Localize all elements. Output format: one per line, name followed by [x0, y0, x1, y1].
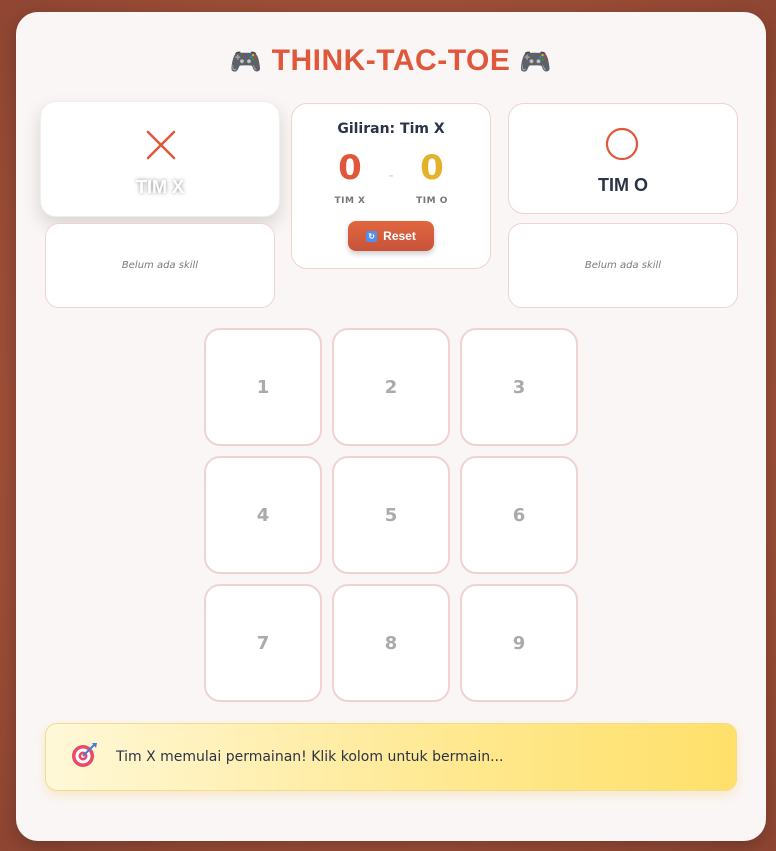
board-cell-4[interactable]: 4 [204, 456, 322, 574]
reset-label: Reset [383, 229, 416, 243]
board-cell-6[interactable]: 6 [460, 456, 578, 574]
score-x: 0 [338, 148, 362, 188]
scoreboard: Giliran: Tim X 0 - 0 TIM X TIM O ↻ Reset [291, 103, 491, 269]
team-x-panel: TIM X [40, 101, 280, 217]
turn-indicator: Giliran: Tim X [337, 121, 445, 137]
board-cell-1[interactable]: 1 [204, 328, 322, 446]
gamepad-icon: 🎮 [519, 46, 553, 77]
page-title: 🎮 THINK-TAC-TOE 🎮 [0, 44, 776, 78]
board-cell-5[interactable]: 5 [332, 456, 450, 574]
o-mark-icon [605, 127, 639, 161]
board-cell-3[interactable]: 3 [460, 328, 578, 446]
team-x-skill-text: Belum ada skill [121, 260, 199, 271]
score-label-x: TIM X [334, 196, 366, 206]
score-separator: - [388, 168, 394, 184]
status-message-bar: Tim X memulai permainan! Klik kolom untu… [45, 723, 737, 791]
team-x-name: TIM X [136, 177, 184, 197]
score-o: 0 [420, 148, 444, 188]
target-icon [72, 743, 97, 767]
team-x-skill-panel: Belum ada skill [45, 223, 275, 308]
score-label-o: TIM O [416, 196, 448, 206]
team-o-name: TIM O [598, 175, 648, 195]
team-o-skill-text: Belum ada skill [584, 260, 662, 271]
team-o-panel: TIM O [508, 103, 738, 214]
x-mark-icon [146, 130, 176, 160]
reset-button[interactable]: ↻ Reset [348, 221, 434, 251]
board-cell-9[interactable]: 9 [460, 584, 578, 702]
board-cell-7[interactable]: 7 [204, 584, 322, 702]
board-cell-2[interactable]: 2 [332, 328, 450, 446]
gamepad-icon: 🎮 [229, 46, 263, 77]
refresh-icon: ↻ [366, 230, 378, 242]
status-text: Tim X memulai permainan! Klik kolom untu… [116, 749, 504, 765]
board-cell-8[interactable]: 8 [332, 584, 450, 702]
team-o-skill-panel: Belum ada skill [508, 223, 738, 308]
title-text: THINK-TAC-TOE [271, 44, 511, 77]
